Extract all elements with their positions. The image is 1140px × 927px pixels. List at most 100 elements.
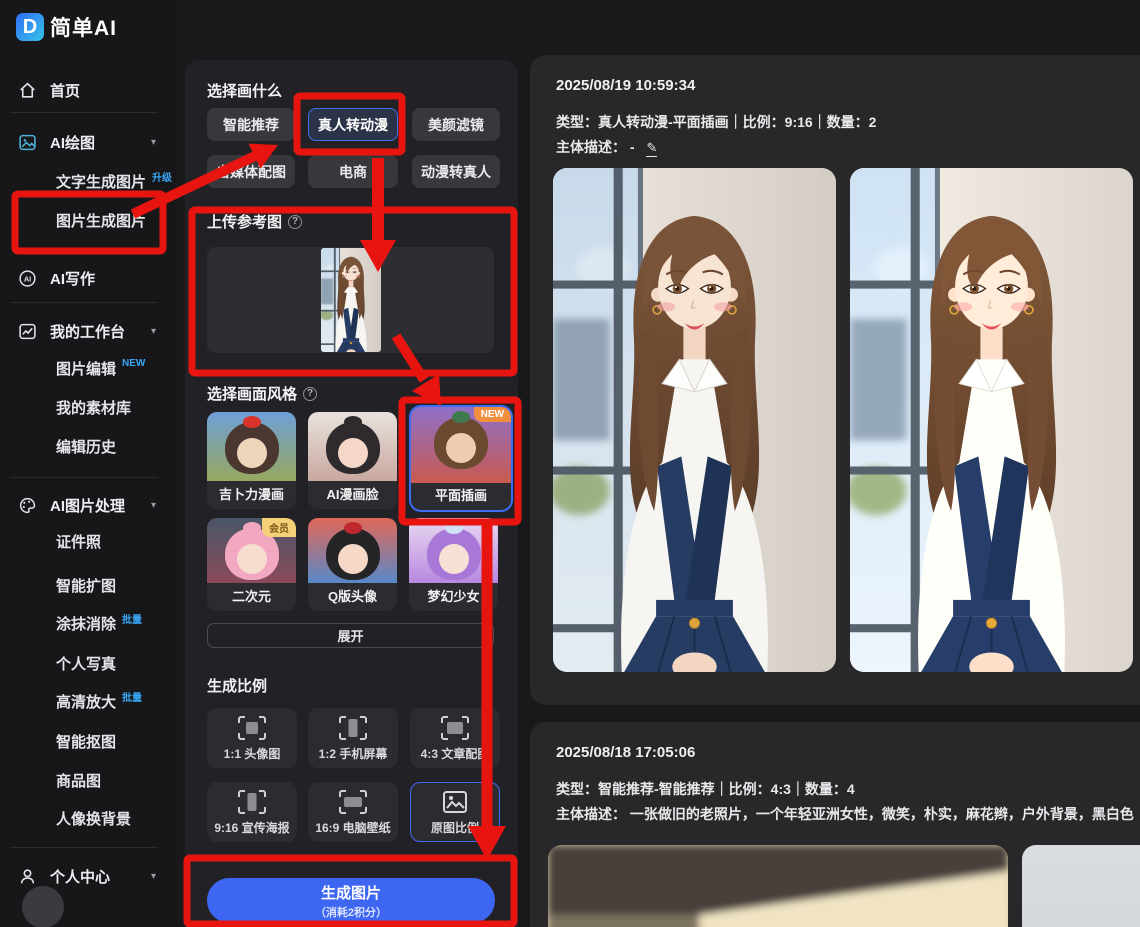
chevron-down-icon[interactable]: ▾ [151,871,156,882]
sidebar-item-portrait[interactable]: 个人写真 [0,649,178,677]
original-ratio-icon [440,789,470,815]
upload-reference-area[interactable] [207,247,494,353]
sidebar-item-smart-expand[interactable]: 智能扩图 [0,571,178,599]
image-icon [18,133,37,152]
uploaded-reference-photo[interactable] [321,248,381,352]
new-badge: NEW [122,358,145,369]
generation-panel: 选择画什么 智能推荐 真人转动漫 美颜滤镜 自媒体配图 电商 动漫转真人 上传参… [185,60,518,927]
sidebar-item-cutout[interactable]: 智能抠图 [0,727,178,755]
divider [10,302,158,303]
crop-4-3-icon [440,715,470,741]
results-panel: 2025/08/19 10:59:34 类型：真人转动漫-平面插画｜比例：9:1… [530,0,1140,927]
batch-badge: 批量 [122,611,142,626]
ratio-section-title: 生成比例 [207,675,267,696]
edit-description-icon[interactable]: ✎ [646,140,657,157]
crop-1-2-icon [338,715,368,741]
ratio-tile-1-1[interactable]: 1:1 头像图 [207,708,297,768]
crop-1-1-icon [237,715,267,741]
style-thumb-art [409,518,498,583]
result-timestamp: 2025/08/19 10:59:34 [556,77,695,94]
generated-image-1[interactable] [548,845,1008,927]
result-description: 主体描述： - ✎ [556,137,657,157]
app-logo[interactable]: D 简单AI [16,12,117,42]
style-thumb-art [308,518,397,583]
result-timestamp: 2025/08/18 17:05:06 [556,744,695,761]
style-thumb-art [308,412,397,481]
chevron-down-icon[interactable]: ▾ [151,500,156,511]
sidebar-group-personal[interactable]: 个人中心 ▾ [0,862,178,890]
style-thumb-art [207,412,296,481]
result-meta: 类型：真人转动漫-平面插画｜比例：9:16｜数量：2 [556,112,876,132]
style-thumb-flat-illustration[interactable]: NEW 平面插画 [409,405,513,512]
logo-icon: D [16,13,44,41]
subject-button-media-image[interactable]: 自媒体配图 [207,155,295,188]
sidebar-item-product[interactable]: 商品图 [0,766,178,794]
sidebar-item-text2img[interactable]: 文字生成图片 升级 [0,167,178,195]
sidebar-item-material[interactable]: 我的素材库 [0,393,178,421]
sidebar-item-img-edit[interactable]: 图片编辑 NEW [0,354,178,382]
generated-image-2[interactable] [850,168,1133,672]
workspace-icon [18,322,37,341]
sidebar-item-history[interactable]: 编辑历史 [0,432,178,460]
sidebar-item-id-photo[interactable]: 证件照 [0,527,178,555]
person-icon [18,867,37,886]
chevron-down-icon[interactable]: ▾ [151,326,156,337]
result-card: 2025/08/18 17:05:06 类型：智能推荐-智能推荐｜比例：4:3｜… [530,722,1140,927]
palette-icon [18,496,37,515]
sidebar-item-bg-replace[interactable]: 人像换背景 [0,804,178,832]
sidebar-group-ai-draw[interactable]: AI绘图 ▾ [0,128,178,156]
subject-button-beauty-filter[interactable]: 美颜滤镜 [412,108,500,141]
batch-badge: 批量 [122,689,142,704]
style-section-title: 选择画面风格 ? [207,383,317,404]
result-description: 主体描述： 一张做旧的老照片，一个年轻亚洲女性，微笑，朴实，麻花辫，户外背景，黑… [556,804,1134,824]
subject-button-ecommerce[interactable]: 电商 [308,155,398,188]
upgrade-badge: 升级 [152,169,172,184]
result-images [553,168,1133,672]
subject-button-anime2real[interactable]: 动漫转真人 [412,155,500,188]
style-thumb-niji[interactable]: 会员 二次元 [207,518,296,611]
crop-9-16-icon [237,789,267,815]
result-images [548,845,1140,927]
sidebar: D 简单AI 首页 AI绘图 ▾ 文字生成图片 升级 图片生成图片 AI AI写… [0,0,178,927]
home-icon [18,81,37,100]
ratio-tile-original[interactable]: 原图比例 [410,782,500,842]
upload-section-title: 上传参考图 ? [207,211,302,232]
help-icon[interactable]: ? [303,387,317,401]
sidebar-group-ai-process[interactable]: AI图片处理 ▾ [0,491,178,519]
generate-button[interactable]: 生成图片 （消耗2积分） [207,878,495,923]
vip-badge: 会员 [262,518,296,537]
svg-text:AI: AI [24,274,31,283]
subject-button-smart[interactable]: 智能推荐 [207,108,295,141]
ratio-tile-9-16[interactable]: 9:16 宣传海报 [207,782,297,842]
sidebar-item-home[interactable]: 首页 [0,76,178,104]
sidebar-item-img2img[interactable]: 图片生成图片 [0,206,178,234]
ratio-tile-16-9[interactable]: 16:9 电脑壁纸 [308,782,398,842]
divider [10,477,158,478]
help-icon[interactable]: ? [288,215,302,229]
generated-image-2[interactable] [1022,845,1140,927]
style-thumb-dreamy-girl[interactable]: 梦幻少女 [409,518,498,611]
crop-16-9-icon [338,789,368,815]
ai-write-icon: AI [18,269,37,288]
user-avatar[interactable] [22,886,64,927]
subject-section-title: 选择画什么 [207,80,282,101]
sidebar-item-ai-write[interactable]: AI AI写作 [0,264,178,292]
sidebar-group-workspace[interactable]: 我的工作台 ▾ [0,317,178,345]
app-name: 简单AI [50,12,117,42]
ratio-tile-1-2[interactable]: 1:2 手机屏幕 [308,708,398,768]
chevron-down-icon[interactable]: ▾ [151,137,156,148]
expand-styles-button[interactable]: 展开 [207,623,494,648]
result-meta: 类型：智能推荐-智能推荐｜比例：4:3｜数量：4 [556,779,855,799]
divider [10,112,158,113]
style-thumb-ai-comic-face[interactable]: AI漫画脸 [308,412,397,509]
ratio-tile-4-3[interactable]: 4:3 文章配图 [410,708,500,768]
new-badge: NEW [474,407,511,422]
subject-button-real2anime[interactable]: 真人转动漫 [308,108,398,141]
generated-image-1[interactable] [553,168,836,672]
result-card: 2025/08/19 10:59:34 类型：真人转动漫-平面插画｜比例：9:1… [530,55,1140,705]
style-thumb-ghibli[interactable]: 吉卜力漫画 [207,412,296,509]
sidebar-item-upscale[interactable]: 高清放大 批量 [0,687,178,715]
sidebar-item-erase[interactable]: 涂抹消除 批量 [0,609,178,637]
style-thumb-chibi-avatar[interactable]: Q版头像 [308,518,397,611]
divider [10,847,158,848]
